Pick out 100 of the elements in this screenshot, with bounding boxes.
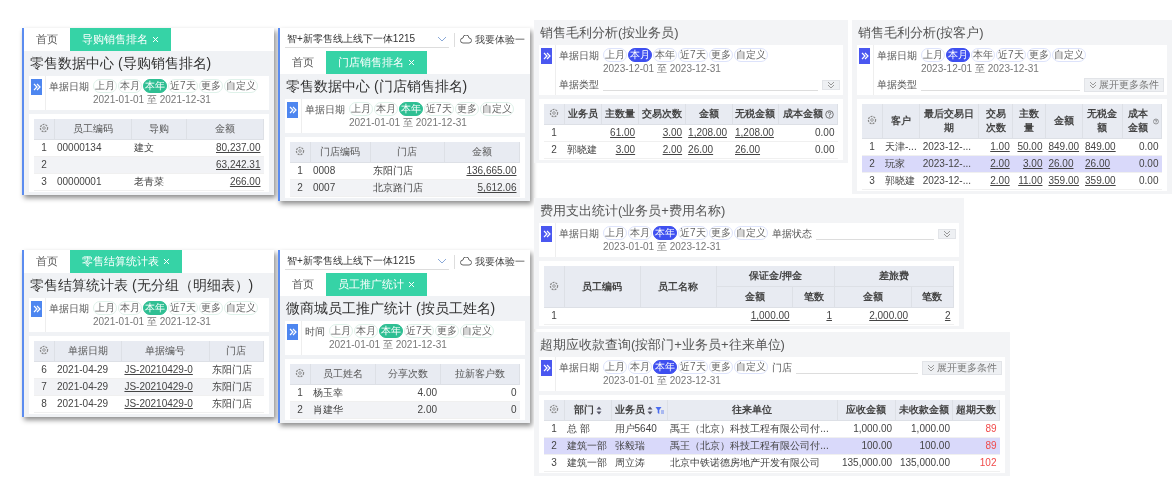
tab[interactable]: 首页 <box>24 250 70 273</box>
close-icon[interactable] <box>163 258 170 265</box>
expand-button[interactable] <box>287 324 298 340</box>
table-cell[interactable]: 2.00 <box>638 141 686 159</box>
table-row[interactable]: 3 郭晓建 2023-12-... 2.00 11.00 359.00 359.00 0.00 <box>862 172 1162 190</box>
table-row[interactable]: 2 郭晓建 3.00 2.00 26.00 26.00 0.00 <box>544 141 838 159</box>
date-preset[interactable]: 上月 <box>603 360 627 374</box>
expand-conditions-button[interactable]: 展开更多条件 <box>922 360 1002 375</box>
table-cell[interactable]: JS-20210429-0 <box>121 395 210 413</box>
settings-icon[interactable] <box>866 115 877 125</box>
date-preset[interactable]: 更多 <box>708 226 733 240</box>
settings-icon[interactable] <box>38 123 49 133</box>
table-cell[interactable]: 61.00 <box>601 124 639 142</box>
table-cell[interactable]: 26.00 <box>1082 155 1123 173</box>
table-cell[interactable]: 1.00 <box>978 138 1013 156</box>
date-preset[interactable]: 更多 <box>198 301 223 315</box>
date-preset[interactable]: 本月 <box>628 360 652 374</box>
date-preset[interactable]: 本月 <box>354 324 378 338</box>
table-row[interactable]: 8 2021-04-29 JS-20210429-0 东阳门店 <box>34 395 264 413</box>
settings-icon[interactable] <box>548 108 559 118</box>
date-preset[interactable]: 更多 <box>708 360 733 374</box>
date-preset[interactable]: 本月 <box>628 226 652 240</box>
table-row[interactable]: 1 00000134 建文 80,237.00 <box>34 139 264 157</box>
date-preset[interactable]: 更多 <box>1026 48 1051 62</box>
date-preset[interactable]: 更多 <box>454 102 479 116</box>
table-row[interactable]: 1 1,000.00 1 2,000.00 2 <box>544 307 954 325</box>
filter-icon[interactable] <box>654 405 664 415</box>
table-cell[interactable]: 2,000.00 <box>834 307 912 325</box>
date-preset[interactable]: 自定义 <box>223 79 258 93</box>
date-preset[interactable]: 本年 <box>653 360 677 374</box>
table-cell[interactable]: 50.00 <box>1012 138 1046 156</box>
date-preset[interactable]: 上月 <box>329 324 353 338</box>
table-cell[interactable]: 1,208.00 <box>732 124 779 142</box>
date-preset[interactable]: 自定义 <box>733 48 768 62</box>
date-preset[interactable]: 近7天 <box>168 301 198 315</box>
date-preset[interactable]: 本年 <box>653 48 677 62</box>
expand-button[interactable] <box>541 226 552 242</box>
expand-button[interactable] <box>31 79 42 95</box>
sort-icon[interactable] <box>646 405 653 415</box>
help-icon[interactable] <box>1153 116 1159 126</box>
date-preset[interactable]: 近7天 <box>168 79 198 93</box>
date-preset[interactable]: 上月 <box>93 79 117 93</box>
date-preset[interactable]: 自定义 <box>733 226 768 240</box>
date-preset[interactable]: 近7天 <box>996 48 1026 62</box>
date-preset[interactable]: 本月 <box>374 102 398 116</box>
help-icon[interactable] <box>824 109 834 119</box>
table-cell[interactable]: 1,208.00 <box>685 124 732 142</box>
project-select[interactable]: 智+新零售线上线下一体1215 <box>285 31 449 48</box>
expand-conditions-button[interactable]: 展开更多条件 <box>1084 77 1164 92</box>
date-preset[interactable]: 上月 <box>349 102 373 116</box>
expand-button[interactable] <box>859 48 870 64</box>
expand-button[interactable] <box>541 48 552 64</box>
date-preset[interactable]: 上月 <box>93 301 117 315</box>
table-cell[interactable]: 2.00 <box>978 172 1013 190</box>
table-row[interactable]: 1 天津-... 2023-12-... 1.00 50.00 849.00 849.00 0.00 <box>862 138 1162 156</box>
expand-conditions-button[interactable] <box>938 228 956 239</box>
date-preset[interactable]: 近7天 <box>424 102 454 116</box>
table-cell[interactable]: 11.00 <box>1012 172 1046 190</box>
date-preset[interactable]: 更多 <box>434 324 459 338</box>
table-cell[interactable]: 2.00 <box>978 155 1013 173</box>
table-cell[interactable]: 3.00 <box>638 124 686 142</box>
settings-icon[interactable] <box>38 345 49 355</box>
table-row[interactable]: 1 总 部 用户5640 禹王（北京）科技工程有限公司付... 1,000.00 1,000.00 89 <box>544 420 1000 438</box>
table-row[interactable]: 6 2021-04-29 JS-20210429-0 东阳门店 <box>34 361 264 379</box>
table-cell[interactable]: 26.00 <box>732 141 779 159</box>
date-preset[interactable]: 本月 <box>118 79 142 93</box>
expand-button[interactable] <box>541 360 552 376</box>
date-preset[interactable]: 更多 <box>198 79 223 93</box>
expand-button[interactable] <box>31 301 42 317</box>
table-cell[interactable]: 63,242.31 <box>186 156 264 174</box>
table-cell[interactable]: 1,000.00 <box>716 307 793 325</box>
sort-icon[interactable] <box>595 405 602 415</box>
table-cell[interactable]: 849.00 <box>1082 138 1123 156</box>
date-preset[interactable]: 本月 <box>628 48 652 62</box>
close-icon[interactable] <box>152 36 159 43</box>
tab[interactable]: 首页 <box>24 28 70 51</box>
project-select[interactable]: 智+新零售线上线下一体1215 <box>285 253 449 270</box>
close-icon[interactable] <box>408 59 415 66</box>
settings-icon[interactable] <box>294 146 305 156</box>
table-cell[interactable]: 3.00 <box>601 141 639 159</box>
date-preset[interactable]: 近7天 <box>678 226 708 240</box>
date-preset[interactable]: 本年 <box>971 48 995 62</box>
table-cell[interactable]: 5,612.06 <box>444 179 520 197</box>
tab[interactable]: 首页 <box>280 273 326 296</box>
table-cell[interactable]: 359.00 <box>1082 172 1123 190</box>
close-icon[interactable] <box>408 281 415 288</box>
table-row[interactable]: 1 61.00 3.00 1,208.00 1,208.00 0.00 <box>544 124 838 142</box>
table-row[interactable]: 1 0008 东阳门店 136,665.00 <box>290 162 520 180</box>
table-cell[interactable]: 359.00 <box>1045 172 1083 190</box>
date-preset[interactable]: 近7天 <box>678 48 708 62</box>
table-cell[interactable]: 80,237.00 <box>186 139 264 157</box>
table-cell[interactable]: 3.00 <box>1012 155 1046 173</box>
table-cell[interactable]: 2 <box>911 307 954 325</box>
table-cell[interactable]: 266.00 <box>186 173 264 191</box>
table-cell[interactable]: JS-20210429-0 <box>121 378 210 396</box>
date-preset[interactable]: 本月 <box>946 48 970 62</box>
settings-icon[interactable] <box>548 404 559 414</box>
try-link[interactable]: 我要体验一 <box>460 32 525 47</box>
date-preset[interactable]: 近7天 <box>404 324 434 338</box>
date-preset[interactable]: 自定义 <box>1051 48 1086 62</box>
